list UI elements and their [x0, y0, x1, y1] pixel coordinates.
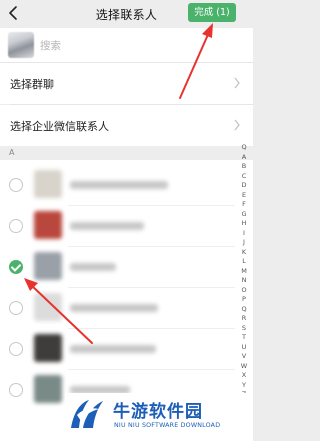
index-letter[interactable]: T	[238, 333, 250, 343]
index-letter[interactable]: K	[238, 248, 250, 258]
select-group-chat-row[interactable]: 选择群聊	[0, 63, 253, 104]
menu-label: 选择群聊	[10, 78, 54, 91]
chevron-right-icon	[234, 119, 240, 131]
checkbox[interactable]	[9, 178, 23, 192]
contact-row[interactable]	[0, 206, 253, 247]
checkbox[interactable]	[9, 301, 23, 315]
search-bar[interactable]: 搜索	[0, 28, 253, 62]
avatar	[34, 252, 62, 280]
avatar	[34, 293, 62, 321]
index-letter[interactable]: Y	[238, 381, 250, 391]
avatar	[34, 334, 62, 362]
watermark-subtitle: NIU NIU SOFTWARE DOWNLOAD	[114, 422, 221, 429]
index-letter[interactable]: I	[238, 229, 250, 239]
index-letter[interactable]: R	[238, 314, 250, 324]
contact-row[interactable]	[0, 247, 253, 288]
checkbox-checked[interactable]	[9, 260, 23, 274]
avatar	[34, 170, 62, 198]
index-letter[interactable]: L	[238, 257, 250, 267]
index-letter[interactable]: B	[238, 162, 250, 172]
checkbox[interactable]	[9, 342, 23, 356]
search-input[interactable]: 搜索	[40, 38, 61, 53]
index-letter[interactable]: S	[238, 324, 250, 334]
index-letter[interactable]: W	[238, 362, 250, 372]
contact-name	[70, 222, 144, 230]
index-letter[interactable]: O	[238, 286, 250, 296]
avatar	[34, 375, 62, 403]
section-header: A	[0, 146, 253, 160]
index-letter[interactable]: F	[238, 200, 250, 210]
section-letter: A	[9, 148, 15, 157]
index-letter[interactable]: N	[238, 276, 250, 286]
contact-row[interactable]	[0, 329, 253, 370]
index-letter[interactable]: G	[238, 210, 250, 220]
index-letter[interactable]: H	[238, 219, 250, 229]
index-letter[interactable]: V	[238, 352, 250, 362]
index-letter[interactable]: M	[238, 267, 250, 277]
index-letter[interactable]: U	[238, 343, 250, 353]
top-bar: 选择联系人 完成 (1)	[0, 0, 253, 28]
alphabet-index[interactable]: Q A B C D E F G H I J K L M N O P Q R S …	[238, 143, 250, 409]
contact-name	[70, 304, 158, 312]
avatar	[34, 211, 62, 239]
contact-name	[70, 263, 116, 271]
checkbox[interactable]	[9, 383, 23, 397]
done-button[interactable]: 完成 (1)	[188, 3, 236, 22]
contact-row[interactable]	[0, 165, 253, 206]
index-letter[interactable]: D	[238, 181, 250, 191]
contact-name	[70, 181, 168, 189]
contact-row[interactable]	[0, 288, 253, 329]
index-letter[interactable]: J	[238, 238, 250, 248]
contact-name	[70, 345, 156, 353]
menu-label: 选择企业微信联系人	[10, 120, 109, 133]
checkbox[interactable]	[9, 219, 23, 233]
index-letter[interactable]: Q	[238, 143, 250, 153]
watermark-title: 牛游软件园	[113, 402, 203, 422]
watermark-logo-icon	[71, 400, 103, 428]
select-wecom-contacts-row[interactable]: 选择企业微信联系人	[0, 105, 253, 146]
index-letter[interactable]: A	[238, 153, 250, 163]
index-letter[interactable]: P	[238, 295, 250, 305]
index-letter[interactable]: X	[238, 371, 250, 381]
selected-contact-avatar[interactable]	[8, 32, 34, 58]
index-letter[interactable]: Q	[238, 305, 250, 315]
index-letter[interactable]: E	[238, 191, 250, 201]
chevron-right-icon	[234, 77, 240, 89]
watermark: 牛游软件园 NIU NIU SOFTWARE DOWNLOAD	[65, 393, 253, 441]
index-letter[interactable]: C	[238, 172, 250, 182]
